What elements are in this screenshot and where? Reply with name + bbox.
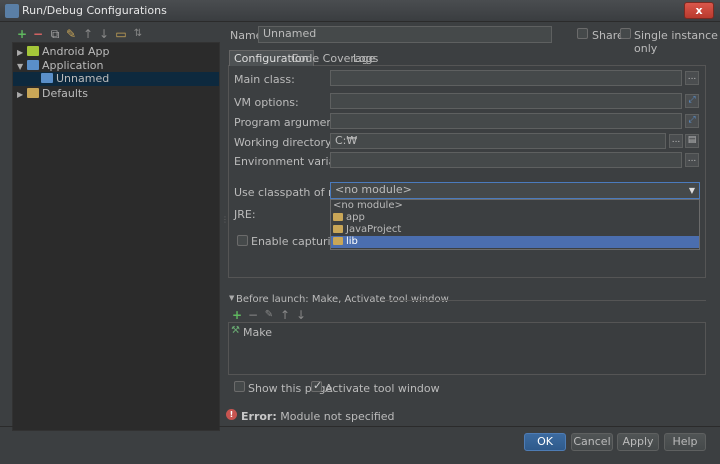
- application-icon: [27, 60, 39, 70]
- dropdown-item-javaproject[interactable]: JavaProject: [331, 224, 699, 236]
- vm-options-label: VM options:: [234, 96, 299, 109]
- environment-variables-browse-button[interactable]: ...: [685, 153, 699, 167]
- dropdown-item-lib[interactable]: lib: [331, 236, 699, 248]
- remove-icon[interactable]: −: [31, 27, 45, 41]
- error-text: Module not specified: [280, 410, 395, 423]
- tree-item-application[interactable]: ▼ Application: [17, 59, 217, 73]
- cancel-button[interactable]: Cancel: [571, 433, 613, 451]
- working-directory-label: Working directory:: [234, 136, 335, 149]
- tab-logs[interactable]: Logs: [349, 51, 382, 67]
- dropdown-item-app[interactable]: app: [331, 212, 699, 224]
- configurations-tree[interactable]: ▶ Android App ▼ Application Unnamed ▶ Defau…: [12, 42, 220, 431]
- title-bar: Run/Debug Configurations x: [0, 0, 720, 22]
- enable-capturing-checkbox[interactable]: [237, 235, 248, 246]
- sort-icon[interactable]: ⇅: [131, 27, 145, 41]
- macro-icon[interactable]: ▤: [685, 134, 699, 148]
- module-folder-icon: [333, 237, 343, 245]
- remove-task-icon[interactable]: −: [246, 308, 260, 322]
- vm-options-input[interactable]: [330, 93, 682, 109]
- edit-task-icon[interactable]: ✎: [262, 308, 276, 322]
- window-title: Run/Debug Configurations: [22, 4, 167, 17]
- tree-item-label: Android App: [42, 45, 110, 58]
- move-task-down-icon[interactable]: ↓: [294, 308, 308, 322]
- add-task-icon[interactable]: +: [230, 308, 244, 322]
- name-input[interactable]: Unnamed: [258, 26, 552, 43]
- tree-item-defaults[interactable]: ▶ Defaults: [17, 87, 217, 101]
- tree-item-label: Unnamed: [56, 72, 110, 85]
- working-directory-input[interactable]: C:₩: [330, 133, 666, 149]
- working-directory-browse-button[interactable]: ...: [669, 134, 683, 148]
- app-icon: [5, 4, 19, 18]
- program-arguments-input[interactable]: [330, 113, 682, 129]
- dropdown-item-label: <no module>: [333, 200, 403, 211]
- defaults-wrench-icon: [27, 88, 39, 98]
- move-task-up-icon[interactable]: ↑: [278, 308, 292, 322]
- single-instance-checkbox[interactable]: [620, 28, 631, 39]
- single-instance-label: Single instance only: [634, 29, 718, 55]
- chevron-down-icon[interactable]: ▼: [686, 184, 698, 197]
- before-launch-collapse-icon[interactable]: ▼: [229, 294, 234, 302]
- expand-arrow-icon[interactable]: ▶: [17, 46, 27, 60]
- arrow-down-icon[interactable]: ↓: [97, 27, 111, 41]
- application-config-icon: [41, 73, 53, 83]
- arrow-up-icon[interactable]: ↑: [81, 27, 95, 41]
- program-arguments-expand-icon[interactable]: ⤢: [685, 114, 699, 128]
- tree-item-android-app[interactable]: ▶ Android App: [17, 45, 217, 59]
- splitter-handle[interactable]: ⋮: [221, 216, 229, 228]
- module-folder-icon: [333, 213, 343, 221]
- footer-separator: [0, 426, 720, 427]
- folder-icon[interactable]: ▭: [114, 27, 128, 41]
- android-icon: [27, 46, 39, 56]
- module-dropdown-list[interactable]: <no module> app JavaProject lib: [330, 199, 700, 250]
- make-hammer-icon: ⚒: [231, 325, 240, 336]
- main-class-browse-button[interactable]: ...: [685, 71, 699, 85]
- share-label: Share: [592, 29, 624, 42]
- error-prefix: Error:: [241, 410, 277, 423]
- vm-options-expand-icon[interactable]: ⤢: [685, 94, 699, 108]
- wrench-icon[interactable]: ✎: [64, 27, 78, 41]
- help-button[interactable]: Help: [664, 433, 706, 451]
- share-checkbox[interactable]: [577, 28, 588, 39]
- before-launch-separator: [382, 300, 706, 301]
- close-button[interactable]: x: [684, 2, 714, 19]
- module-folder-icon: [333, 225, 343, 233]
- activate-window-checkbox[interactable]: [311, 379, 322, 392]
- activate-window-label: Activate tool window: [325, 382, 440, 395]
- apply-button[interactable]: Apply: [617, 433, 659, 451]
- tree-item-label: Defaults: [42, 87, 88, 100]
- before-launch-task-list[interactable]: ⚒ Make: [228, 322, 706, 375]
- tree-item-label: Application: [42, 59, 104, 72]
- add-icon[interactable]: +: [15, 27, 29, 41]
- error-message: Error: Module not specified: [241, 410, 395, 423]
- main-class-input[interactable]: [330, 70, 682, 86]
- tree-item-unnamed[interactable]: Unnamed: [13, 72, 219, 86]
- dropdown-item-label: JavaProject: [346, 224, 402, 235]
- main-class-label: Main class:: [234, 73, 295, 86]
- copy-icon[interactable]: ⧉: [48, 27, 62, 41]
- ok-button[interactable]: OK: [524, 433, 566, 451]
- classpath-module-select[interactable]: <no module>: [330, 182, 700, 199]
- environment-variables-input[interactable]: [330, 152, 682, 168]
- dropdown-item-no-module[interactable]: <no module>: [331, 200, 699, 212]
- dropdown-item-label: lib: [346, 236, 358, 247]
- dropdown-item-label: app: [346, 212, 365, 223]
- show-page-checkbox[interactable]: [234, 381, 245, 392]
- expand-arrow-icon[interactable]: ▶: [17, 88, 27, 102]
- task-make[interactable]: Make: [243, 326, 272, 339]
- error-icon: !: [226, 409, 237, 420]
- jre-label: JRE:: [234, 208, 256, 221]
